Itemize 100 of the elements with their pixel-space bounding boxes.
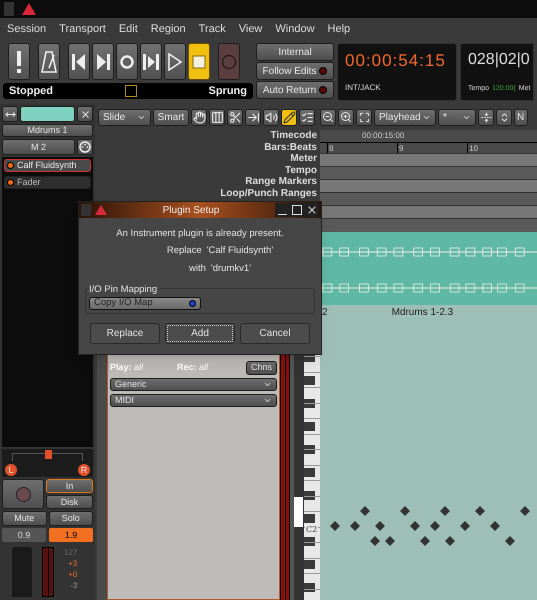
channels-button[interactable]: Chns bbox=[246, 360, 277, 374]
sync-button[interactable]: Internal bbox=[256, 43, 334, 61]
menu-item[interactable]: Session bbox=[7, 20, 46, 38]
note-name-label: C2 bbox=[305, 525, 318, 534]
close-icon bbox=[80, 108, 90, 120]
zoom-out-icon bbox=[322, 111, 334, 123]
bbt-position: 028|02|0 bbox=[468, 50, 531, 70]
toolbar-button[interactable]: N bbox=[514, 108, 528, 126]
gain-display: 1.9 bbox=[49, 528, 93, 542]
menu-item[interactable]: Region bbox=[150, 20, 186, 38]
play-channels: Play: all bbox=[110, 360, 144, 374]
monitor-button[interactable]: Disk bbox=[46, 495, 93, 509]
processor-item[interactable]: Calf Fluidsynth bbox=[4, 159, 91, 172]
keyboard-scroll-marker[interactable] bbox=[294, 497, 303, 527]
maximize-icon bbox=[292, 205, 302, 215]
track-color-button[interactable] bbox=[20, 106, 75, 122]
dialog-title: Plugin Setup bbox=[162, 204, 220, 218]
logo-icon bbox=[95, 205, 107, 215]
processor-item[interactable]: Fader bbox=[4, 176, 91, 189]
tool-button[interactable] bbox=[299, 108, 315, 126]
panner[interactable]: L R bbox=[2, 449, 93, 477]
ruler-label: Range Markers bbox=[245, 176, 317, 188]
ruler-label: Tempo bbox=[284, 164, 317, 176]
level-meter bbox=[42, 547, 54, 597]
strip-name-button[interactable]: Mdrums 1 bbox=[2, 124, 93, 137]
pan-right-label: R bbox=[78, 464, 90, 476]
ruler-label: Bars:Beats bbox=[264, 142, 317, 153]
tool-button[interactable] bbox=[191, 108, 207, 126]
zoom-out-button[interactable] bbox=[320, 108, 336, 126]
midi-input-button[interactable] bbox=[77, 139, 93, 155]
tool-button[interactable] bbox=[227, 108, 243, 126]
ruler-label: Loop/Punch Ranges bbox=[220, 188, 317, 199]
ruler-label: Meter bbox=[290, 153, 317, 164]
expand-tracks-button[interactable] bbox=[496, 108, 512, 126]
replace-label: with bbox=[189, 262, 206, 276]
solo-button[interactable]: Solo bbox=[48, 511, 93, 526]
sync-button[interactable]: Auto Return bbox=[256, 81, 334, 99]
record-icon bbox=[221, 54, 237, 70]
track-dropdown[interactable]: MIDI bbox=[110, 394, 277, 407]
transport-button[interactable] bbox=[188, 43, 210, 80]
menu-item[interactable]: Track bbox=[198, 20, 226, 38]
copy-io-map-toggle[interactable]: Copy I/O Map bbox=[89, 297, 201, 310]
pan-position[interactable] bbox=[44, 450, 52, 459]
grid-mode-button[interactable]: Smart bbox=[153, 108, 189, 126]
zoom-focus-dropdown[interactable]: Playhead bbox=[374, 108, 436, 126]
transport-button[interactable] bbox=[140, 43, 162, 80]
menu-item[interactable]: Transport bbox=[59, 20, 106, 38]
transport-button[interactable] bbox=[38, 43, 60, 80]
zoom-fit-button[interactable] bbox=[356, 108, 372, 126]
sync-button[interactable]: Follow Edits bbox=[256, 62, 334, 80]
checklist-icon bbox=[300, 110, 314, 124]
transport-button[interactable] bbox=[116, 43, 138, 80]
tool-button[interactable] bbox=[209, 108, 225, 126]
input-button[interactable]: M 2 bbox=[2, 139, 75, 155]
ruler-label: Timecode bbox=[270, 130, 317, 142]
status-checkbox[interactable] bbox=[124, 85, 137, 97]
region-label: 2 bbox=[322, 306, 328, 320]
zoom-in-button[interactable] bbox=[338, 108, 354, 126]
gain-display: 0.9 bbox=[2, 528, 46, 542]
dialog-button[interactable]: Add bbox=[165, 323, 235, 344]
tool-button[interactable] bbox=[263, 108, 279, 126]
stop-icon bbox=[192, 54, 206, 68]
transport-mode: Sprung bbox=[208, 84, 247, 99]
record-channels: Rec: all bbox=[177, 360, 210, 374]
zoom-in-icon bbox=[340, 111, 352, 123]
transport-button[interactable] bbox=[92, 43, 114, 80]
maximize-button[interactable] bbox=[290, 203, 304, 217]
dialog-button[interactable]: Cancel bbox=[240, 323, 310, 344]
record-arm-button[interactable] bbox=[2, 479, 44, 509]
transport-button[interactable] bbox=[68, 43, 90, 80]
track-dropdown[interactable]: Generic bbox=[110, 378, 277, 391]
meter-scale-label: +3 bbox=[67, 558, 78, 569]
loop-icon bbox=[119, 54, 135, 70]
play-range-icon bbox=[143, 54, 159, 70]
mute-button[interactable]: Mute bbox=[2, 511, 46, 526]
transport-button[interactable] bbox=[8, 43, 30, 80]
transport-button[interactable] bbox=[164, 43, 186, 80]
replace-label: Replace bbox=[166, 244, 202, 258]
edit-mode-dropdown[interactable]: Slide bbox=[98, 108, 151, 126]
dialog-message: An Instrument plugin is already present. bbox=[116, 227, 284, 241]
skip-start-icon bbox=[72, 54, 86, 70]
menu-item[interactable]: View bbox=[238, 20, 262, 38]
dialog-button[interactable]: Replace bbox=[90, 323, 160, 344]
clock-time: 00:00:54:15 bbox=[345, 50, 447, 72]
widen-button[interactable] bbox=[2, 106, 18, 122]
close-button[interactable] bbox=[77, 106, 93, 122]
monitor-button[interactable]: In bbox=[46, 479, 93, 493]
menu-item[interactable]: Edit bbox=[118, 20, 138, 38]
tool-button[interactable] bbox=[245, 108, 261, 126]
active-led[interactable] bbox=[7, 179, 14, 186]
plugin-name: 'drumkv1' bbox=[210, 262, 251, 276]
active-led[interactable] bbox=[7, 162, 14, 169]
hand-icon bbox=[192, 110, 206, 124]
timecode-mark: 00:00:15:00 bbox=[362, 130, 404, 142]
tool-button[interactable] bbox=[281, 108, 297, 126]
pencil-icon bbox=[282, 110, 296, 124]
menu-item[interactable]: Window bbox=[275, 20, 315, 38]
shrink-tracks-button[interactable] bbox=[478, 108, 494, 126]
grid-dropdown[interactable]: * bbox=[438, 108, 476, 126]
menu-item[interactable]: Help bbox=[328, 20, 350, 38]
